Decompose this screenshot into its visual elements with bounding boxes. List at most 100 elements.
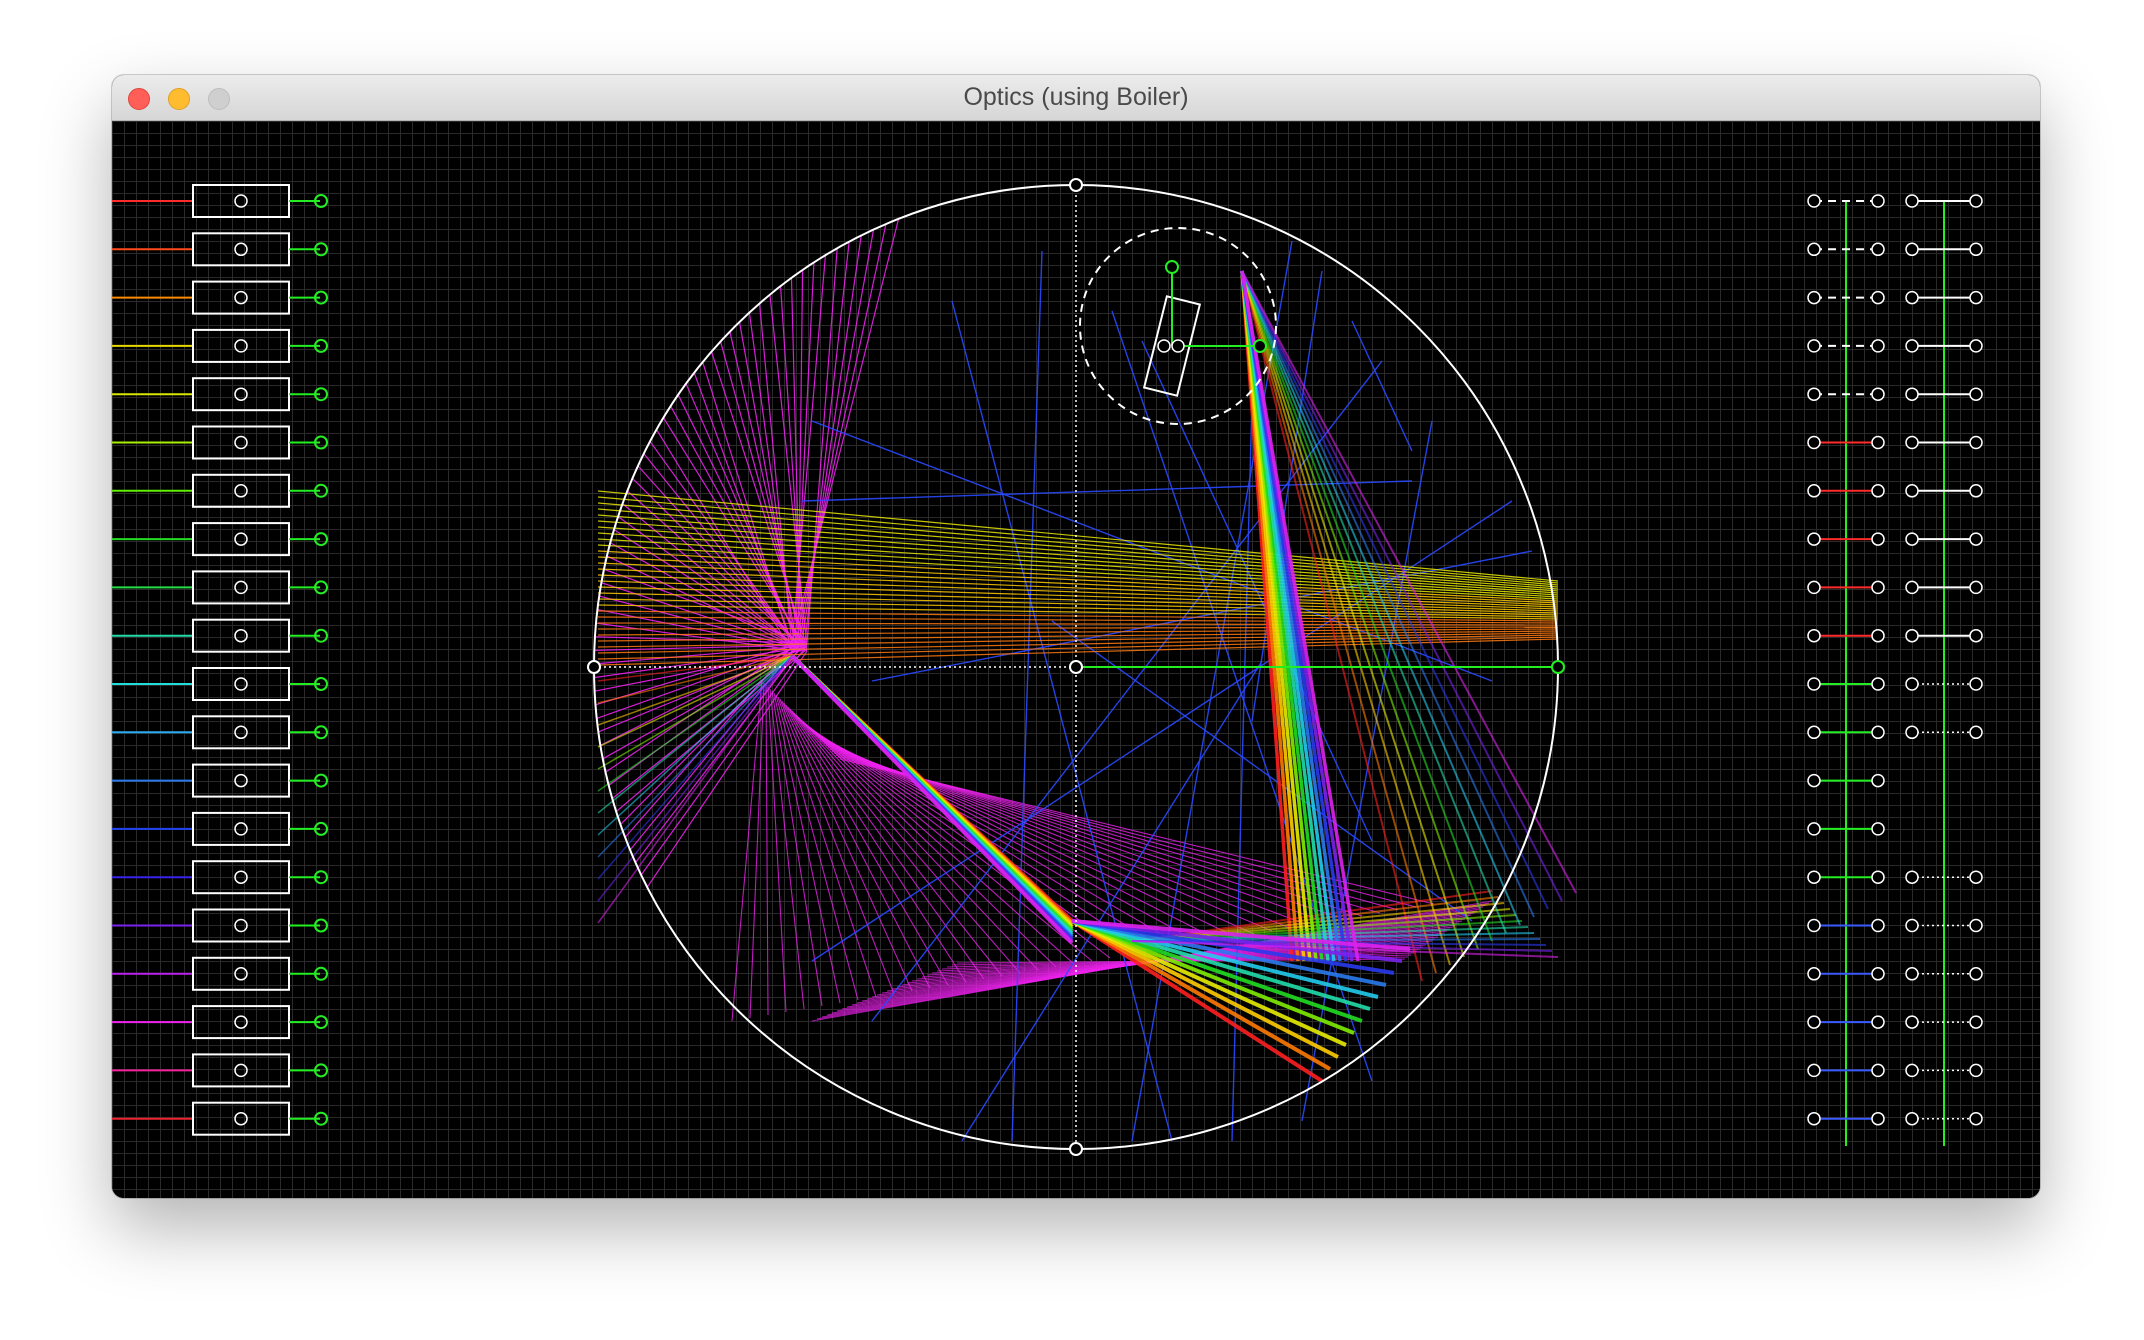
mirror-handle[interactable] bbox=[1069, 1142, 1083, 1156]
control-right-start-handle[interactable] bbox=[1905, 339, 1919, 353]
control-left-start-handle[interactable] bbox=[1807, 532, 1821, 546]
control-left-start-handle[interactable] bbox=[1807, 242, 1821, 257]
control-left-start-handle[interactable] bbox=[1807, 339, 1821, 353]
control-right-start-handle[interactable] bbox=[1905, 194, 1919, 208]
control-left-end-handle[interactable] bbox=[1871, 532, 1885, 546]
source-pivot-handle[interactable] bbox=[234, 194, 248, 208]
control-right-end-handle[interactable] bbox=[1969, 290, 1983, 305]
control-right-end-handle[interactable] bbox=[1969, 387, 1983, 401]
control-left-start-handle[interactable] bbox=[1807, 194, 1821, 208]
source-box-7[interactable] bbox=[192, 473, 290, 508]
control-left-start-handle[interactable] bbox=[1807, 725, 1821, 740]
control-left-end-handle[interactable] bbox=[1871, 725, 1885, 740]
control-left-end-handle[interactable] bbox=[1871, 773, 1885, 788]
control-right-end-handle[interactable] bbox=[1969, 242, 1983, 257]
control-right-end-handle[interactable] bbox=[1969, 1111, 1983, 1126]
source-box-13[interactable] bbox=[192, 763, 290, 798]
prism-size-handle[interactable] bbox=[1253, 339, 1267, 353]
control-left-end-handle[interactable] bbox=[1871, 967, 1885, 981]
source-pivot-handle[interactable] bbox=[234, 1111, 248, 1126]
control-right-end-handle[interactable] bbox=[1969, 870, 1983, 884]
source-box-16[interactable] bbox=[192, 908, 290, 943]
control-left-start-handle[interactable] bbox=[1807, 628, 1821, 643]
control-left-start-handle[interactable] bbox=[1807, 967, 1821, 981]
control-right-start-handle[interactable] bbox=[1905, 484, 1919, 498]
control-left-end-handle[interactable] bbox=[1871, 1111, 1885, 1126]
control-right-start-handle[interactable] bbox=[1905, 1015, 1919, 1029]
source-pivot-handle[interactable] bbox=[234, 484, 248, 498]
control-left-start-handle[interactable] bbox=[1807, 484, 1821, 498]
source-box-15[interactable] bbox=[192, 860, 290, 895]
control-left-end-handle[interactable] bbox=[1871, 194, 1885, 208]
source-box-4[interactable] bbox=[192, 328, 290, 363]
source-box-20[interactable] bbox=[192, 1101, 290, 1136]
control-right-start-handle[interactable] bbox=[1905, 918, 1919, 933]
control-left-end-handle[interactable] bbox=[1871, 435, 1885, 450]
control-left-end-handle[interactable] bbox=[1871, 918, 1885, 933]
source-pivot-handle[interactable] bbox=[234, 870, 248, 884]
control-right-start-handle[interactable] bbox=[1905, 967, 1919, 981]
source-pivot-handle[interactable] bbox=[234, 387, 248, 401]
control-right-end-handle[interactable] bbox=[1969, 339, 1983, 353]
mirror-handle[interactable] bbox=[1069, 178, 1083, 192]
source-pivot-handle[interactable] bbox=[234, 677, 248, 691]
source-box-3[interactable] bbox=[192, 280, 290, 315]
source-pivot-handle[interactable] bbox=[234, 1063, 248, 1078]
control-left-start-handle[interactable] bbox=[1807, 918, 1821, 933]
prism-center-handle[interactable] bbox=[1157, 339, 1171, 353]
source-pivot-handle[interactable] bbox=[234, 290, 248, 305]
control-left-start-handle[interactable] bbox=[1807, 580, 1821, 595]
control-left-start-handle[interactable] bbox=[1807, 677, 1821, 691]
control-right-end-handle[interactable] bbox=[1969, 967, 1983, 981]
control-right-start-handle[interactable] bbox=[1905, 870, 1919, 884]
control-right-end-handle[interactable] bbox=[1969, 1063, 1983, 1078]
optics-scene[interactable] bbox=[112, 121, 2040, 1198]
source-box-19[interactable] bbox=[192, 1053, 290, 1088]
control-right-start-handle[interactable] bbox=[1905, 677, 1919, 691]
source-pivot-handle[interactable] bbox=[234, 580, 248, 595]
control-left-end-handle[interactable] bbox=[1871, 387, 1885, 401]
control-right-start-handle[interactable] bbox=[1905, 435, 1919, 450]
mirror-handle[interactable] bbox=[1551, 660, 1565, 674]
optics-canvas[interactable] bbox=[112, 121, 2040, 1198]
control-right-end-handle[interactable] bbox=[1969, 628, 1983, 643]
control-right-start-handle[interactable] bbox=[1905, 725, 1919, 740]
source-pivot-handle[interactable] bbox=[234, 532, 248, 546]
control-left-end-handle[interactable] bbox=[1871, 677, 1885, 691]
control-right-start-handle[interactable] bbox=[1905, 387, 1919, 401]
source-box-9[interactable] bbox=[192, 570, 290, 605]
control-right-end-handle[interactable] bbox=[1969, 918, 1983, 933]
prism-center-handle[interactable] bbox=[1171, 339, 1185, 353]
control-right-end-handle[interactable] bbox=[1969, 532, 1983, 546]
control-left-end-handle[interactable] bbox=[1871, 242, 1885, 257]
source-box-10[interactable] bbox=[192, 618, 290, 653]
control-left-end-handle[interactable] bbox=[1871, 484, 1885, 498]
control-right-start-handle[interactable] bbox=[1905, 580, 1919, 595]
source-box-14[interactable] bbox=[192, 811, 290, 846]
source-box-12[interactable] bbox=[192, 715, 290, 750]
source-box-17[interactable] bbox=[192, 956, 290, 991]
source-box-1[interactable] bbox=[192, 184, 290, 218]
control-right-start-handle[interactable] bbox=[1905, 1063, 1919, 1078]
source-box-2[interactable] bbox=[192, 232, 290, 267]
control-right-end-handle[interactable] bbox=[1969, 677, 1983, 691]
source-box-11[interactable] bbox=[192, 667, 290, 701]
control-left-end-handle[interactable] bbox=[1871, 1063, 1885, 1078]
control-right-end-handle[interactable] bbox=[1969, 435, 1983, 450]
control-left-start-handle[interactable] bbox=[1807, 822, 1821, 836]
source-pivot-handle[interactable] bbox=[234, 967, 248, 981]
control-right-end-handle[interactable] bbox=[1969, 1015, 1983, 1029]
source-pivot-handle[interactable] bbox=[234, 339, 248, 353]
control-right-end-handle[interactable] bbox=[1969, 194, 1983, 208]
control-left-start-handle[interactable] bbox=[1807, 435, 1821, 450]
control-right-end-handle[interactable] bbox=[1969, 580, 1983, 595]
source-box-5[interactable] bbox=[192, 377, 290, 412]
title-bar[interactable]: Optics (using Boiler) bbox=[112, 75, 2040, 121]
control-left-end-handle[interactable] bbox=[1871, 339, 1885, 353]
source-pivot-handle[interactable] bbox=[234, 242, 248, 257]
source-pivot-handle[interactable] bbox=[234, 918, 248, 933]
control-left-start-handle[interactable] bbox=[1807, 870, 1821, 884]
source-pivot-handle[interactable] bbox=[234, 725, 248, 740]
control-right-end-handle[interactable] bbox=[1969, 725, 1983, 740]
control-right-start-handle[interactable] bbox=[1905, 628, 1919, 643]
